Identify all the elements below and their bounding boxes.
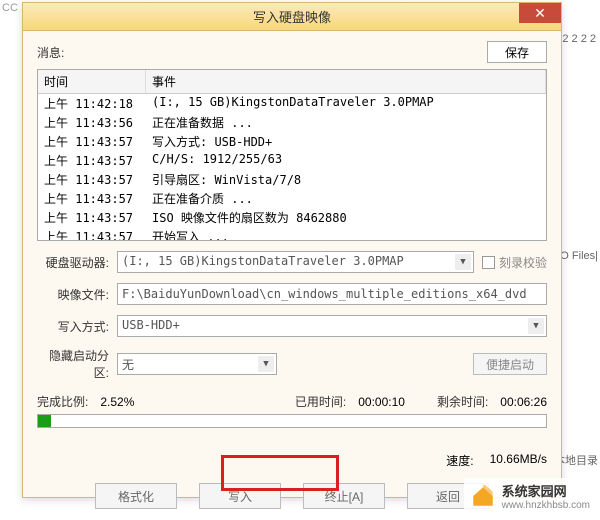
log-event: 开始写入 ... <box>146 228 546 241</box>
quick-boot-button[interactable]: 便捷启动 <box>473 353 547 375</box>
log-time: 上午 11:43:57 <box>38 190 146 207</box>
log-time: 上午 11:43:57 <box>38 152 146 169</box>
dialog-content: 消息: 保存 时间 事件 上午 11:42:18(I:, 15 GB)Kings… <box>23 31 561 519</box>
write-mode-label: 写入方式: <box>37 318 117 335</box>
speed-label: 速度: <box>446 452 473 469</box>
log-event: ISO 映像文件的扇区数为 8462880 <box>146 209 546 226</box>
write-mode-select[interactable]: USB-HDD+ ▼ <box>117 315 547 337</box>
log-event: 引导扇区: WinVista/7/8 <box>146 171 546 188</box>
image-file-input[interactable] <box>117 283 547 305</box>
close-button[interactable]: ✕ <box>519 3 561 23</box>
dialog-title: 写入硬盘映像 <box>253 7 331 26</box>
log-event: 正在准备数据 ... <box>146 114 546 131</box>
titlebar[interactable]: 写入硬盘映像 ✕ <box>23 3 561 31</box>
chevron-down-icon: ▼ <box>528 318 544 334</box>
write-mode-value: USB-HDD+ <box>122 318 180 332</box>
log-row[interactable]: 上午 11:43:57C/H/S: 1912/255/63 <box>38 151 546 170</box>
watermark: 系统家园网 www.hnzkhbsb.com <box>464 478 596 514</box>
abort-button[interactable]: 终止[A] <box>303 483 385 509</box>
col-event-header[interactable]: 事件 <box>146 70 546 93</box>
drive-label: 硬盘驱动器: <box>37 254 117 271</box>
log-row[interactable]: 上午 11:43:57开始写入 ... <box>38 227 546 241</box>
image-label: 映像文件: <box>37 286 117 303</box>
hidden-partition-select[interactable]: 无 ▼ <box>117 353 277 375</box>
chevron-down-icon: ▼ <box>258 356 274 372</box>
log-time: 上午 11:43:57 <box>38 228 146 241</box>
log-row[interactable]: 上午 11:43:57正在准备介质 ... <box>38 189 546 208</box>
log-time: 上午 11:42:18 <box>38 95 146 112</box>
col-time-header[interactable]: 时间 <box>38 70 146 93</box>
remaining-label: 剩余时间: <box>437 393 488 410</box>
elapsed-label: 已用时间: <box>295 393 346 410</box>
speed-value: 10.66MB/s <box>490 452 547 469</box>
bg-side-2: O Files| <box>560 250 598 262</box>
log-time: 上午 11:43:57 <box>38 171 146 188</box>
verify-checkbox-wrap[interactable]: 刻录校验 <box>482 254 547 271</box>
message-label: 消息: <box>37 44 64 61</box>
format-button[interactable]: 格式化 <box>95 483 177 509</box>
log-list[interactable]: 时间 事件 上午 11:42:18(I:, 15 GB)KingstonData… <box>37 69 547 241</box>
drive-select[interactable]: (I:, 15 GB)KingstonDataTraveler 3.0PMAP … <box>117 251 474 273</box>
write-button[interactable]: 写入 <box>199 483 281 509</box>
close-icon: ✕ <box>534 5 546 22</box>
log-row[interactable]: 上午 11:43:56正在准备数据 ... <box>38 113 546 132</box>
chevron-down-icon: ▼ <box>455 254 471 270</box>
log-row[interactable]: 上午 11:42:18(I:, 15 GB)KingstonDataTravel… <box>38 94 546 113</box>
progress-bar <box>37 414 547 428</box>
elapsed-value: 00:00:10 <box>358 395 405 409</box>
log-time: 上午 11:43:57 <box>38 133 146 150</box>
remaining-value: 00:06:26 <box>500 395 547 409</box>
hidden-partition-label: 隐藏启动分区: <box>37 347 117 381</box>
log-body: 上午 11:42:18(I:, 15 GB)KingstonDataTravel… <box>38 94 546 241</box>
write-disk-image-dialog: 写入硬盘映像 ✕ 消息: 保存 时间 事件 上午 11:42:18(I:, 15… <box>22 2 562 498</box>
log-header: 时间 事件 <box>38 70 546 94</box>
verify-label: 刻录校验 <box>499 254 547 271</box>
drive-value: (I:, 15 GB)KingstonDataTraveler 3.0PMAP <box>122 254 404 268</box>
log-time: 上午 11:43:56 <box>38 114 146 131</box>
hidden-partition-value: 无 <box>122 358 134 372</box>
log-time: 上午 11:43:57 <box>38 209 146 226</box>
progress-fill <box>38 415 51 427</box>
log-event: 写入方式: USB-HDD+ <box>146 133 546 150</box>
bg-text: CC <box>2 2 18 14</box>
log-event: (I:, 15 GB)KingstonDataTraveler 3.0PMAP <box>146 95 546 112</box>
watermark-url: www.hnzkhbsb.com <box>502 500 590 511</box>
log-event: 正在准备介质 ... <box>146 190 546 207</box>
ratio-label: 完成比例: <box>37 393 88 410</box>
log-event: C/H/S: 1912/255/63 <box>146 152 546 169</box>
watermark-name: 系统家园网 <box>502 481 590 500</box>
save-button[interactable]: 保存 <box>487 41 547 63</box>
ratio-value: 2.52% <box>100 395 134 409</box>
log-row[interactable]: 上午 11:43:57写入方式: USB-HDD+ <box>38 132 546 151</box>
log-row[interactable]: 上午 11:43:57引导扇区: WinVista/7/8 <box>38 170 546 189</box>
verify-checkbox[interactable] <box>482 256 495 269</box>
log-row[interactable]: 上午 11:43:57ISO 映像文件的扇区数为 8462880 <box>38 208 546 227</box>
house-icon <box>470 485 496 507</box>
